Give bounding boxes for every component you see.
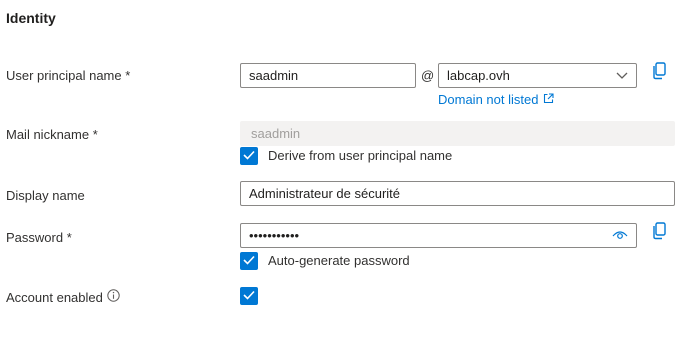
chevron-down-icon: [616, 68, 628, 83]
checkmark-icon: [243, 252, 255, 270]
checkmark-icon: [243, 287, 255, 305]
autogen-label: Auto-generate password: [268, 253, 410, 268]
domain-dropdown[interactable]: labcap.ovh: [438, 63, 637, 88]
checkmark-icon: [243, 147, 255, 165]
mail-input: saadmin: [240, 121, 675, 146]
info-icon[interactable]: [107, 289, 120, 305]
display-name-value: Administrateur de sécurité: [249, 186, 401, 201]
copy-upn-button[interactable]: [650, 61, 668, 85]
domain-not-listed-link[interactable]: Domain not listed: [438, 92, 555, 107]
at-sign: @: [421, 68, 435, 83]
mail-label: Mail nickname *: [6, 127, 98, 142]
account-enabled-row-label: Account enabled: [6, 289, 120, 305]
domain-value: labcap.ovh: [447, 68, 510, 83]
account-enabled-label: Account enabled: [6, 289, 103, 305]
upn-label: User principal name *: [6, 68, 131, 83]
password-value: •••••••••••: [249, 228, 300, 243]
copy-password-button[interactable]: [650, 221, 668, 245]
section-title: Identity: [6, 10, 56, 26]
mail-value: saadmin: [251, 126, 301, 141]
upn-value: saadmin: [249, 68, 299, 83]
display-name-input[interactable]: Administrateur de sécurité: [240, 181, 675, 206]
display-name-label: Display name: [6, 188, 85, 203]
derive-checkbox[interactable]: [240, 147, 258, 165]
upn-input[interactable]: saadmin: [240, 63, 416, 88]
eye-icon[interactable]: [612, 228, 628, 243]
account-enabled-checkbox[interactable]: [240, 287, 258, 305]
password-input[interactable]: •••••••••••: [240, 223, 637, 248]
external-link-icon: [543, 92, 555, 107]
derive-label: Derive from user principal name: [268, 148, 453, 163]
copy-icon: [651, 221, 667, 245]
copy-icon: [651, 61, 667, 85]
password-label: Password *: [6, 230, 72, 245]
autogen-checkbox[interactable]: [240, 252, 258, 270]
